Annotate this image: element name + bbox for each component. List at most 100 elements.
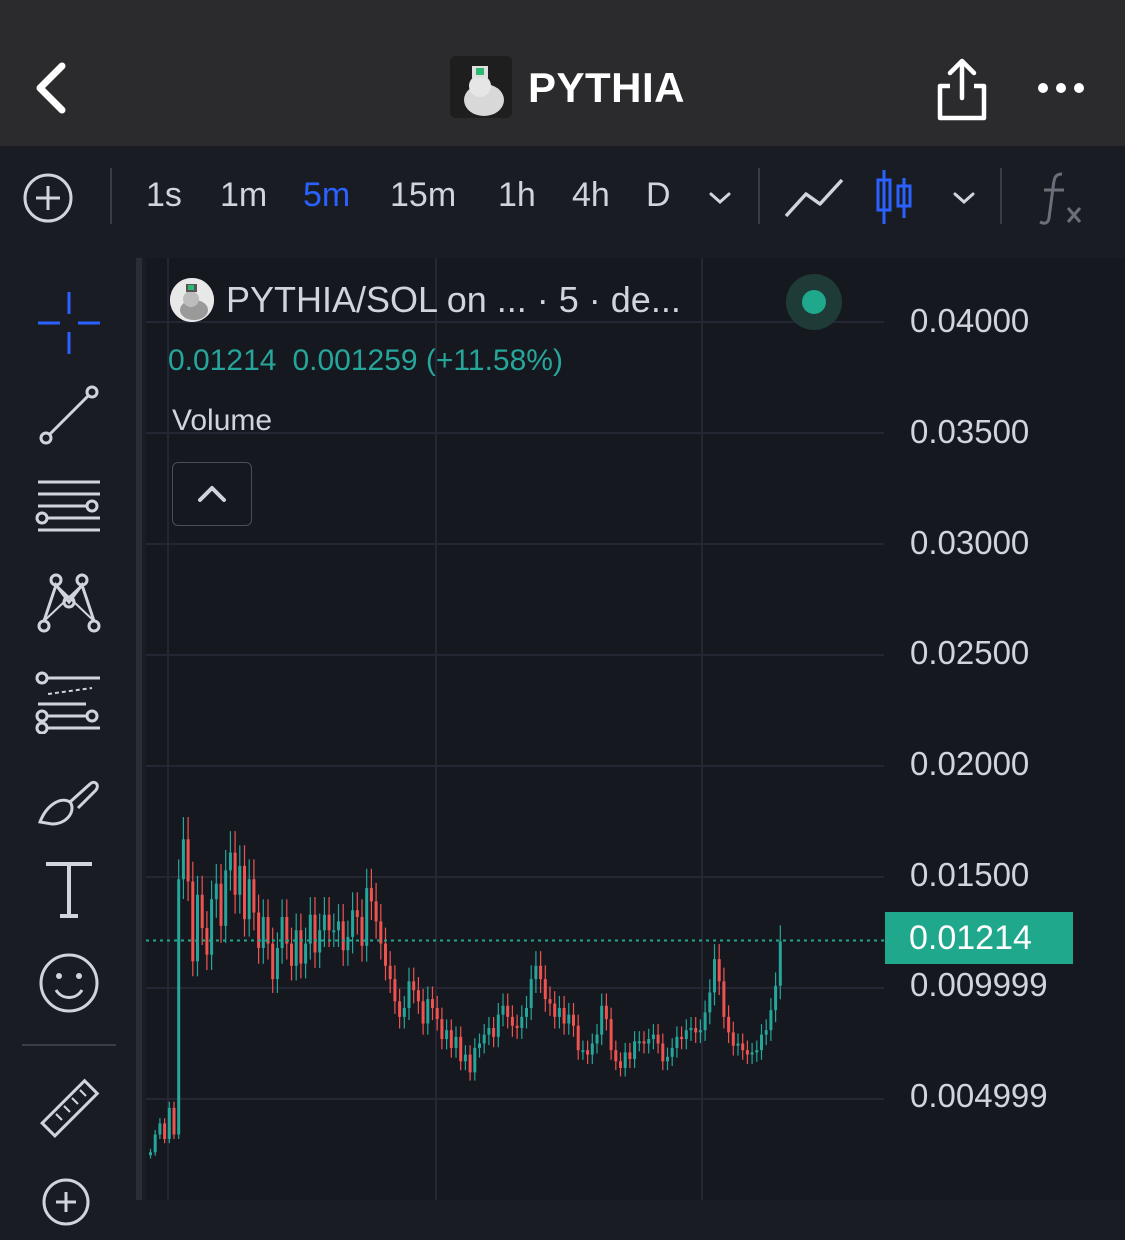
candle-body: [431, 999, 434, 1008]
toolbar-divider: [1000, 168, 1002, 224]
candle-body: [214, 883, 218, 900]
interval-1h[interactable]: 1h: [498, 176, 536, 215]
current-price-tag: 0.01214: [885, 912, 1073, 964]
candle-body: [496, 1014, 500, 1037]
page-title: PYTHIA: [528, 64, 686, 111]
candle-body: [435, 1007, 439, 1020]
candle-body: [750, 1052, 754, 1055]
trend-line-icon[interactable]: [34, 380, 104, 450]
candle-body: [708, 992, 712, 1013]
candle-body: [351, 910, 355, 937]
candle-body: [745, 1050, 749, 1055]
y-axis-label: 0.02000: [910, 745, 1030, 782]
candle-body: [238, 865, 242, 895]
candle-body: [172, 1107, 176, 1135]
candle-body: [153, 1134, 157, 1153]
candlestick-chart[interactable]: [146, 258, 1125, 1200]
fx-icon[interactable]: [1038, 170, 1084, 226]
chevron-up-icon: [198, 486, 226, 502]
candle-body: [764, 1030, 768, 1035]
ruler-icon[interactable]: [34, 1074, 104, 1144]
candle-body: [501, 1005, 505, 1015]
candle-body: [257, 912, 261, 949]
candle-body: [247, 879, 251, 920]
interval-15m[interactable]: 15m: [390, 176, 456, 215]
candle-body: [482, 1034, 486, 1044]
drawing-tools-sidebar: [0, 258, 142, 1226]
candle-body: [473, 1047, 477, 1073]
candle-body: [539, 965, 543, 980]
candle-body: [637, 1041, 641, 1044]
candle-body: [365, 888, 369, 946]
chevron-left-icon[interactable]: [30, 58, 80, 118]
candle-body: [590, 1043, 594, 1055]
candle-body: [205, 928, 209, 955]
candle-body: [525, 1007, 528, 1017]
candle-body: [722, 981, 726, 1017]
candle-body: [219, 883, 223, 926]
candle-body: [416, 990, 420, 1002]
candle-body: [576, 1025, 580, 1051]
brush-icon[interactable]: [34, 766, 104, 836]
candle-body: [581, 1050, 585, 1053]
candle-body: [407, 981, 411, 1008]
more-horizontal-icon[interactable]: [1036, 76, 1086, 100]
candle-body: [449, 1030, 453, 1048]
candle-body: [275, 948, 279, 980]
candle-body: [210, 899, 214, 955]
candlestick-icon[interactable]: [874, 168, 916, 226]
candle-body: [666, 1056, 669, 1062]
y-axis-label: 0.009999: [910, 966, 1048, 1003]
candle-body: [534, 965, 538, 980]
candle-body: [149, 1152, 152, 1156]
share-icon[interactable]: [936, 56, 988, 122]
plus-circle-icon[interactable]: [22, 172, 74, 224]
sidebar-divider: [22, 1044, 116, 1046]
candle-body: [459, 1036, 463, 1062]
y-axis-label: 0.02500: [910, 634, 1030, 671]
pattern-icon[interactable]: [34, 566, 104, 636]
candle-body: [243, 865, 246, 920]
candle-body: [774, 985, 778, 1011]
collapse-button[interactable]: [172, 462, 252, 526]
token-logo: [450, 56, 512, 118]
candle-body: [228, 852, 232, 871]
y-axis-label: 0.01500: [910, 856, 1030, 893]
candle-body: [233, 852, 237, 895]
candle-body: [628, 1052, 632, 1060]
app-header: PYTHIA: [0, 0, 1125, 146]
crosshair-icon[interactable]: [34, 288, 104, 358]
line-chart-icon[interactable]: [782, 172, 846, 224]
horizontal-lines-icon[interactable]: [34, 468, 104, 538]
text-icon[interactable]: [34, 854, 104, 924]
candle-body: [463, 1054, 467, 1062]
emoji-icon[interactable]: [34, 948, 104, 1018]
candle-body: [731, 1032, 735, 1046]
market-status-indicator[interactable]: [786, 274, 842, 330]
interval-1s[interactable]: 1s: [146, 176, 182, 215]
candle-body: [543, 979, 547, 1000]
interval-1m[interactable]: 1m: [220, 176, 267, 215]
interval-5m[interactable]: 5m: [303, 176, 350, 215]
candle-body: [717, 959, 721, 982]
candle-body: [280, 916, 284, 949]
interval-4h[interactable]: 4h: [572, 176, 610, 215]
candle-body: [515, 1025, 519, 1028]
candle-body: [181, 839, 185, 880]
chevron-down-icon[interactable]: [706, 188, 734, 208]
fib-icon[interactable]: [34, 664, 104, 734]
candle-body: [647, 1039, 651, 1044]
candle-body: [755, 1050, 759, 1053]
y-axis-label: 0.03500: [910, 413, 1030, 450]
candle-body: [299, 930, 303, 964]
symbol-title[interactable]: PYTHIA/SOL on ... · 5 · de...: [226, 279, 681, 321]
candle-body: [186, 839, 190, 882]
candle-body: [304, 943, 308, 964]
candle-body: [393, 979, 397, 1002]
candle-body: [698, 1030, 702, 1033]
chart-toolbar: 1s 1m 5m 15m 1h 4h D: [0, 148, 1125, 246]
interval-d[interactable]: D: [646, 176, 671, 215]
zoom-in-icon[interactable]: [34, 1170, 104, 1240]
price-chart[interactable]: PYTHIA/SOL on ... · 5 · de... 0.01214 0.0…: [146, 258, 1125, 1200]
chevron-down-icon[interactable]: [950, 188, 978, 208]
